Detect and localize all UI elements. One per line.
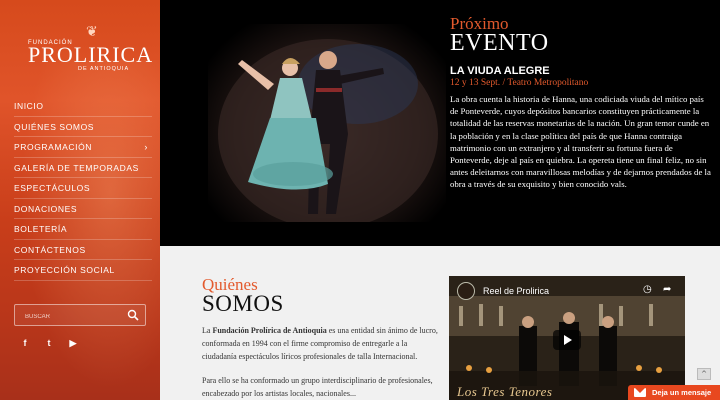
scroll-to-top-button[interactable]: ^ [697, 368, 711, 380]
chevron-right-icon: › [144, 142, 148, 152]
video-player[interactable]: Reel de Prolirica ◷ ➦ Los Tres Tenores [449, 276, 685, 400]
nav-item-inicio[interactable]: INICIO [14, 96, 152, 117]
logo-sub-text: DE ANTIOQUIA [78, 66, 130, 72]
about-heading: SOMOS [202, 291, 284, 316]
nav-item-programacion[interactable]: PROGRAMACIÓN › [14, 137, 152, 158]
search-icon[interactable] [127, 309, 139, 321]
youtube-icon[interactable]: ▶ [68, 338, 78, 349]
mail-icon [634, 388, 646, 397]
video-title[interactable]: Reel de Prolirica [483, 286, 549, 296]
nav-item-espectaculos[interactable]: ESPECTÁCULOS [14, 178, 152, 199]
leave-message-button[interactable]: Deja un mensaje [628, 385, 720, 400]
twitter-icon[interactable]: t [44, 338, 54, 349]
nav-item-donaciones[interactable]: DONACIONES [14, 199, 152, 219]
event-description: La obra cuenta la historia de Hanna, una… [450, 94, 711, 190]
about-paragraph: La Fundación Prolírica de Antioquia es u… [202, 326, 438, 361]
opera-performers-image [218, 39, 438, 222]
logo-main-text: PROLIRICA [28, 42, 154, 67]
theatre-mask-icon: ❦ [86, 25, 98, 40]
nav-item-contactenos[interactable]: CONTÁCTENOS [14, 240, 152, 260]
nav-item-boleteria[interactable]: BOLETERÍA [14, 219, 152, 240]
leave-message-label: Deja un mensaje [652, 388, 712, 397]
event-heading: EVENTO [450, 30, 549, 56]
watch-later-icon[interactable]: ◷ [643, 284, 652, 295]
social-links: f t ▶ [20, 338, 78, 349]
nav-item-proyeccion-social[interactable]: PROYECCIÓN SOCIAL [14, 260, 152, 281]
event-date: 12 y 13 Sept. / Teatro Metropolitano [450, 78, 589, 88]
main-nav: INICIO QUIÉNES SOMOS PROGRAMACIÓN › GALER… [14, 96, 152, 281]
share-icon[interactable]: ➦ [663, 284, 671, 295]
video-caption: Los Tres Tenores [457, 384, 553, 399]
nav-item-quienes-somos[interactable]: QUIÉNES SOMOS [14, 117, 152, 137]
nav-item-galeria[interactable]: GALERÍA DE TEMPORADAS [14, 158, 152, 178]
event-section: Próximo EVENTO LA VIUDA ALEGRE 12 y 13 S… [160, 0, 720, 246]
search-input[interactable] [15, 307, 115, 327]
about-section: Quiénes SOMOS La Fundación Prolírica de … [160, 246, 720, 400]
search-box [14, 304, 146, 327]
event-photo [208, 24, 446, 222]
foundation-name: Fundación Prolírica de Antioquia [212, 326, 327, 335]
play-button[interactable] [553, 330, 581, 350]
facebook-icon[interactable]: f [20, 338, 30, 349]
sidebar: FUNDACIÓN ❦ PROLIRICA DE ANTIOQUIA INICI… [0, 0, 160, 400]
event-name[interactable]: LA VIUDA ALEGRE [450, 65, 550, 77]
channel-logo[interactable] [457, 282, 475, 300]
logo[interactable]: FUNDACIÓN ❦ PROLIRICA DE ANTIOQUIA [24, 24, 152, 74]
about-paragraph-2: Para ello se ha conformado un grupo inte… [202, 376, 433, 398]
